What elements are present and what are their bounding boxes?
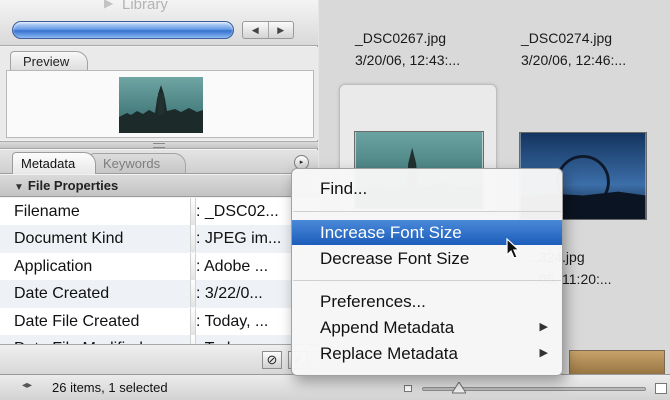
slider-thumb[interactable] (452, 382, 466, 395)
metadata-label: Application (14, 257, 93, 275)
metadata-footer: ⊘ ✓ (0, 344, 318, 374)
panel-context-menu: Find... Increase Font Size Decrease Font… (291, 168, 563, 376)
library-strip: ▶ Library ◀ ▶ (0, 0, 318, 46)
metadata-row[interactable]: Date Created : 3/22/0... (0, 280, 318, 308)
metadata-list: Filename : _DSC02... Document Kind : JPE… (0, 198, 318, 344)
section-title: File Properties (27, 178, 119, 193)
metadata-label: Date File Modified (14, 335, 143, 344)
file-date: 3/20/06, 12:46:... (521, 52, 627, 68)
file-name: _DSC0267.jpg (355, 30, 447, 46)
metadata-value: : Today, ... (196, 312, 269, 330)
tab-metadata[interactable]: Metadata (12, 152, 96, 174)
preview-pane: Preview (0, 47, 318, 140)
metadata-label: Document Kind (14, 230, 124, 248)
menu-item-preferences[interactable]: Preferences... (292, 289, 562, 314)
disclosure-down-icon[interactable]: ▼ (14, 177, 24, 198)
history-nav: ◀ ▶ (242, 21, 294, 39)
thumbnail-image[interactable] (569, 350, 665, 374)
metadata-label: Date File Created (14, 312, 140, 330)
status-bar: ◂▸ 26 items, 1 selected (0, 374, 670, 400)
submenu-arrow-icon: ▶ (539, 321, 548, 333)
metadata-label: Filename (14, 203, 80, 220)
progress-bar (12, 21, 234, 39)
metadata-row[interactable]: Date File Created : Today, ... (0, 307, 318, 335)
thumbnail-large-icon[interactable] (655, 383, 667, 394)
file-name: _DSC0274.jpg (521, 30, 613, 46)
metadata-row[interactable]: Application : Adobe ... (0, 252, 318, 281)
menu-item-find[interactable]: Find... (292, 176, 562, 201)
back-arrow-icon[interactable]: ◀ (243, 22, 268, 38)
tab-preview[interactable]: Preview (10, 51, 88, 71)
menu-item-append-metadata[interactable]: Append Metadata ▶ (292, 315, 562, 340)
file-properties-header[interactable]: ▼ File Properties (0, 175, 318, 197)
preview-body (6, 70, 314, 138)
splitter-handle[interactable] (0, 141, 318, 149)
disclosure-triangle-icon[interactable]: ▶ (104, 0, 113, 10)
submenu-arrow-icon: ▶ (539, 347, 548, 359)
metadata-value: : Adobe ... (196, 257, 269, 275)
thumbnail-small-icon[interactable] (404, 385, 412, 392)
metadata-row[interactable]: Document Kind : JPEG im... (0, 225, 318, 253)
left-panel: ▶ Library ◀ ▶ Preview Keywords Metadata … (0, 0, 318, 374)
tab-keywords[interactable]: Keywords (90, 153, 186, 173)
preview-image (119, 77, 203, 133)
expand-arrows-icon[interactable]: ◂▸ (22, 380, 32, 391)
mouse-pointer-icon (506, 238, 521, 259)
no-entry-icon[interactable]: ⊘ (262, 351, 282, 369)
metadata-value: : _DSC02... (196, 203, 279, 220)
metadata-row[interactable]: Filename : _DSC02... (0, 198, 318, 226)
status-text: 26 items, 1 selected (52, 380, 168, 395)
metadata-value: : 3/22/0... (196, 285, 263, 303)
forward-arrow-icon[interactable]: ▶ (267, 22, 294, 38)
metadata-value: : JPEG im... (196, 230, 282, 248)
metadata-label: Date Created (14, 285, 110, 303)
metadata-value: : Tod... (196, 335, 244, 344)
metadata-row[interactable]: Date File Modified : Tod... (0, 334, 318, 344)
library-label: Library (122, 0, 168, 13)
menu-item-replace-metadata[interactable]: Replace Metadata ▶ (292, 341, 562, 366)
metadata-tab-bar: Keywords Metadata ▸ (0, 150, 318, 174)
file-date: 3/20/06, 12:43:... (355, 52, 461, 68)
